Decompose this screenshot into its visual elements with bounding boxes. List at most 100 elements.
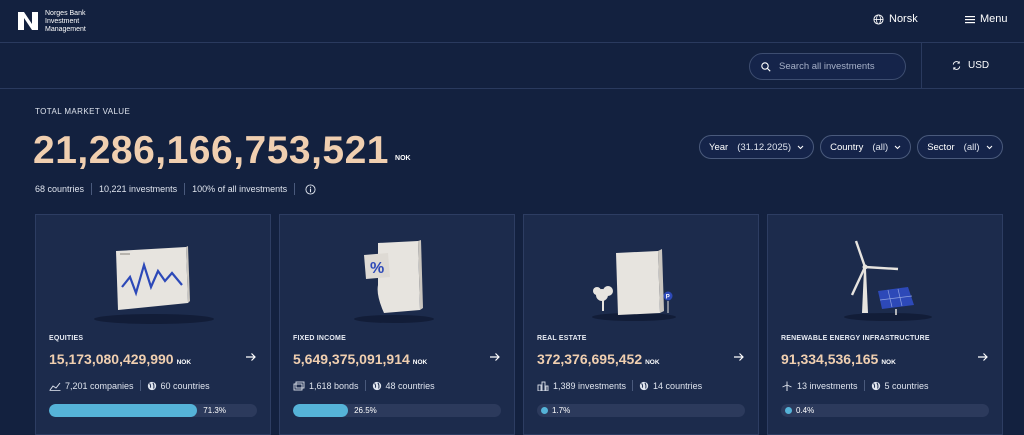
stats-separator bbox=[91, 183, 93, 195]
card-value-row: 5,649,375,091,914 NOK bbox=[293, 351, 427, 367]
investments-count: 10,221 investments bbox=[99, 184, 178, 194]
toolbar-divider bbox=[921, 43, 922, 89]
menu-label: Menu bbox=[980, 13, 1008, 25]
card-value-unit: NOK bbox=[881, 359, 896, 366]
card-value-unit: NOK bbox=[412, 359, 428, 366]
globe-icon bbox=[372, 381, 381, 390]
currency-exchange-icon bbox=[952, 61, 961, 70]
filter-country-label: Country bbox=[830, 141, 864, 153]
card-value-row: 372,376,695,452 NOK bbox=[537, 351, 660, 367]
share-bar-label: 0.4% bbox=[796, 406, 815, 415]
card-value-row: 15,173,080,429,990 NOK bbox=[49, 351, 191, 367]
card-real-estate[interactable]: P REAL ESTATE 372,376,695,452 NOK 1,389 … bbox=[523, 214, 759, 435]
meta-separator bbox=[364, 380, 366, 391]
card-meta: 1,618 bonds 48 countries bbox=[293, 380, 435, 391]
share-bar: 0.4% bbox=[781, 404, 989, 417]
building-icon bbox=[537, 381, 549, 391]
filter-year[interactable]: Year (31.12.2025) bbox=[699, 135, 815, 159]
filter-sector-label: Sector bbox=[927, 141, 955, 153]
filter-year-label: Year bbox=[709, 141, 729, 153]
filter-group: Year (31.12.2025) Country (all) Sector (… bbox=[699, 135, 1003, 159]
logo-mark-icon bbox=[18, 12, 38, 30]
logo-text: Norges Bank Investment Management bbox=[45, 10, 86, 33]
wind-solar-illustration bbox=[844, 240, 932, 321]
countries-count: 68 countries bbox=[35, 184, 85, 194]
card-countries: 48 countries bbox=[385, 380, 435, 391]
chevron-down-icon bbox=[894, 145, 901, 149]
filter-sector[interactable]: Sector (all) bbox=[917, 135, 1003, 159]
language-label: Norsk bbox=[889, 13, 918, 25]
card-meta: 7,201 companies 60 countries bbox=[49, 380, 210, 391]
card-title: FIXED INCOME bbox=[293, 335, 346, 342]
arrow-right-icon[interactable] bbox=[733, 352, 745, 362]
equities-chart-illustration bbox=[94, 246, 214, 324]
chevron-down-icon bbox=[797, 145, 804, 149]
globe-icon bbox=[147, 381, 156, 390]
turbine-icon bbox=[782, 381, 792, 391]
hamburger-icon bbox=[965, 15, 975, 23]
card-countries: 60 countries bbox=[160, 380, 210, 391]
card-meta: 13 investments 5 countries bbox=[781, 380, 929, 391]
filter-country[interactable]: Country (all) bbox=[820, 135, 912, 159]
globe-icon bbox=[639, 381, 649, 390]
filter-sector-value: (all) bbox=[963, 141, 980, 153]
card-count: 1,389 investments bbox=[553, 380, 627, 391]
card-equities[interactable]: EQUITIES 15,173,080,429,990 NOK 7,201 co… bbox=[35, 214, 271, 435]
logo[interactable]: Norges Bank Investment Management bbox=[17, 10, 115, 34]
card-value-row: 91,334,536,165 NOK bbox=[781, 351, 896, 367]
card-value-unit: NOK bbox=[645, 359, 660, 366]
card-title: RENEWABLE ENERGY INFRASTRUCTURE bbox=[781, 335, 930, 342]
share-bar-fill bbox=[293, 404, 349, 417]
total-market-value-amount: 21,286,166,753,521 bbox=[33, 129, 390, 172]
meta-separator bbox=[139, 380, 141, 391]
card-value: 15,173,080,429,990 bbox=[49, 351, 174, 367]
share-bar: 26.5% bbox=[293, 404, 501, 417]
filter-year-value: (31.12.2025) bbox=[737, 141, 792, 153]
globe-icon bbox=[873, 13, 884, 25]
total-market-value-label: TOTAL MARKET VALUE bbox=[35, 107, 131, 116]
card-meta: 1,389 investments 14 countries bbox=[537, 380, 702, 391]
share-bar-fill bbox=[49, 404, 198, 417]
summary-stats: 68 countries 10,221 investments 100% of … bbox=[35, 183, 316, 195]
investments-share: 100% of all investments bbox=[192, 184, 288, 194]
arrow-right-icon[interactable] bbox=[977, 352, 989, 362]
meta-separator bbox=[863, 380, 865, 391]
parking-glyph: P bbox=[666, 295, 670, 301]
globe-icon bbox=[871, 381, 880, 390]
menu-button[interactable]: Menu bbox=[965, 13, 1008, 25]
bonds-icon bbox=[293, 381, 305, 390]
card-title: REAL ESTATE bbox=[537, 335, 587, 342]
search-icon bbox=[761, 61, 771, 72]
top-bar: Norges Bank Investment Management Norsk … bbox=[0, 0, 1024, 43]
arrow-right-icon[interactable] bbox=[489, 352, 501, 362]
share-bar-label: 71.3% bbox=[203, 406, 226, 415]
card-value: 91,334,536,165 bbox=[781, 351, 879, 367]
search-input[interactable] bbox=[779, 61, 899, 72]
card-countries: 5 countries bbox=[884, 380, 929, 391]
card-fixed-income[interactable]: % FIXED INCOME 5,649,375,091,914 NOK 1,6… bbox=[279, 214, 515, 435]
search-box[interactable] bbox=[749, 53, 906, 80]
language-toggle[interactable]: Norsk bbox=[873, 13, 918, 25]
stats-separator bbox=[294, 183, 296, 195]
meta-separator bbox=[632, 380, 634, 391]
chart-icon bbox=[49, 382, 61, 391]
card-value: 5,649,375,091,914 bbox=[293, 351, 410, 367]
filter-country-value: (all) bbox=[872, 141, 889, 153]
real-estate-building-illustration: P bbox=[592, 249, 676, 321]
currency-label: USD bbox=[968, 60, 990, 71]
card-renewable-energy[interactable]: RENEWABLE ENERGY INFRASTRUCTURE 91,334,5… bbox=[767, 214, 1003, 435]
chevron-down-icon bbox=[986, 145, 992, 149]
card-value: 372,376,695,452 bbox=[537, 351, 643, 367]
card-count: 13 investments bbox=[797, 380, 858, 391]
stats-separator bbox=[184, 183, 186, 195]
currency-toggle[interactable]: USD bbox=[951, 60, 989, 71]
info-icon[interactable] bbox=[305, 183, 316, 195]
total-market-value-unit: NOK bbox=[395, 155, 411, 162]
card-countries: 14 countries bbox=[653, 380, 703, 391]
share-bar-dot bbox=[541, 407, 548, 414]
share-bar: 71.3% bbox=[49, 404, 257, 417]
card-title: EQUITIES bbox=[49, 335, 84, 342]
percent-glyph: % bbox=[370, 260, 384, 277]
share-bar-dot bbox=[785, 407, 792, 414]
arrow-right-icon[interactable] bbox=[245, 352, 257, 362]
